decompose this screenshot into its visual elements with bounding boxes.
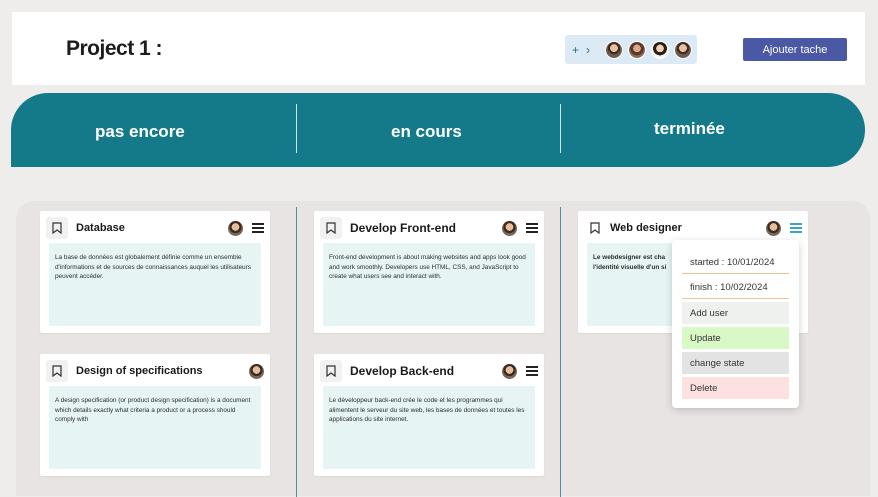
card-title: Web designer bbox=[610, 222, 682, 234]
status-in-progress[interactable]: en cours bbox=[391, 122, 462, 142]
card-description: Front-end development is about making we… bbox=[323, 243, 535, 326]
bookmark-icon[interactable] bbox=[320, 360, 342, 382]
avatar[interactable] bbox=[766, 220, 781, 236]
task-card-frontend[interactable]: Develop Front-end Front-end development … bbox=[314, 211, 544, 333]
task-card-specifications[interactable]: Design of specifications A design specif… bbox=[40, 354, 270, 476]
avatar[interactable] bbox=[605, 40, 623, 59]
members-group[interactable]: + › bbox=[565, 35, 697, 64]
card-title: Database bbox=[76, 222, 125, 234]
update-button[interactable]: Update bbox=[682, 327, 789, 349]
card-description: A design specification (or product desig… bbox=[49, 386, 261, 469]
avatar[interactable] bbox=[249, 363, 264, 379]
task-card-database[interactable]: Database La base de données est globalem… bbox=[40, 211, 270, 333]
top-bar: Project 1 : + › Ajouter tache bbox=[12, 12, 865, 85]
avatar[interactable] bbox=[651, 40, 669, 59]
column-divider bbox=[296, 207, 297, 497]
card-description: La base de données est globalement défin… bbox=[49, 243, 261, 326]
card-header: Database bbox=[46, 216, 264, 240]
chevron-right-icon[interactable]: › bbox=[586, 43, 600, 57]
menu-icon[interactable] bbox=[252, 223, 264, 233]
card-header: Design of specifications bbox=[46, 359, 264, 383]
avatar[interactable] bbox=[502, 220, 517, 236]
column-divider bbox=[560, 207, 561, 497]
bookmark-icon[interactable] bbox=[584, 217, 606, 239]
add-user-button[interactable]: Add user bbox=[682, 302, 789, 324]
status-header: pas encore en cours terminée bbox=[11, 93, 865, 167]
divider bbox=[296, 104, 297, 153]
menu-icon[interactable] bbox=[526, 223, 538, 233]
menu-icon[interactable] bbox=[526, 366, 538, 376]
avatar[interactable] bbox=[628, 40, 646, 59]
menu-icon[interactable] bbox=[790, 223, 802, 233]
avatar[interactable] bbox=[228, 220, 243, 236]
status-todo[interactable]: pas encore bbox=[95, 122, 185, 142]
card-header: Develop Front-end bbox=[320, 216, 538, 240]
add-task-button[interactable]: Ajouter tache bbox=[743, 38, 847, 61]
started-date: started : 10/01/2024 bbox=[682, 252, 789, 274]
status-done[interactable]: terminée bbox=[654, 119, 725, 139]
change-state-button[interactable]: change state bbox=[682, 352, 789, 374]
card-title: Develop Front-end bbox=[350, 221, 457, 235]
avatar[interactable] bbox=[674, 40, 692, 59]
card-header: Web designer bbox=[584, 216, 802, 240]
card-options-menu: started : 10/01/2024 finish : 10/02/2024… bbox=[672, 240, 799, 408]
delete-button[interactable]: Delete bbox=[682, 377, 789, 399]
card-title: Design of specifications bbox=[76, 365, 203, 377]
card-title: Develop Back-end bbox=[350, 364, 455, 378]
card-header: Develop Back-end bbox=[320, 359, 538, 383]
bookmark-icon[interactable] bbox=[46, 360, 68, 382]
project-title: Project 1 : bbox=[66, 37, 163, 60]
finish-date: finish : 10/02/2024 bbox=[682, 277, 789, 299]
avatar[interactable] bbox=[502, 363, 517, 379]
card-description: Le développeur back-end crée le code et … bbox=[323, 386, 535, 469]
divider bbox=[560, 104, 561, 153]
task-card-backend[interactable]: Develop Back-end Le développeur back-end… bbox=[314, 354, 544, 476]
add-member-icon[interactable]: + bbox=[572, 43, 586, 57]
bookmark-icon[interactable] bbox=[320, 217, 342, 239]
bookmark-icon[interactable] bbox=[46, 217, 68, 239]
